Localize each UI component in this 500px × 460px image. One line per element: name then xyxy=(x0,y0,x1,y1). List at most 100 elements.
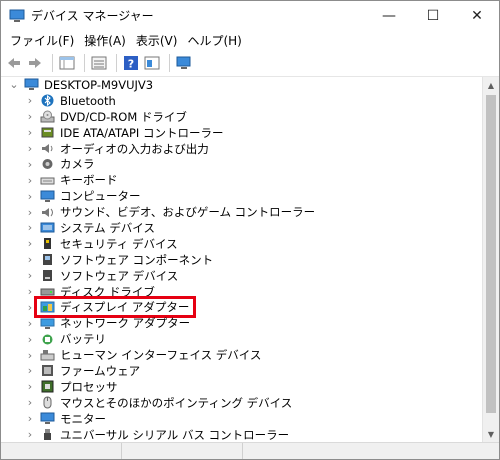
status-cell xyxy=(1,443,122,459)
chevron-right-icon[interactable]: › xyxy=(23,110,37,123)
device-category-row[interactable]: › ディスプレイ アダプター xyxy=(1,296,482,319)
chevron-right-icon[interactable]: › xyxy=(23,380,37,393)
chevron-right-icon[interactable]: › xyxy=(23,269,37,282)
computer-icon xyxy=(39,190,55,203)
device-category-row[interactable]: › セキュリティ デバイス xyxy=(1,236,482,252)
device-category-row[interactable]: › DVD/CD-ROM ドライブ xyxy=(1,109,482,125)
device-manager-app-icon xyxy=(9,9,25,22)
svg-text:?: ? xyxy=(128,58,134,71)
device-category-row[interactable]: › カメラ xyxy=(1,156,482,172)
dvd-drive-icon xyxy=(39,110,55,123)
category-content: ヒューマン インターフェイス デバイス xyxy=(37,347,265,363)
device-category-row[interactable]: › オーディオの入力および出力 xyxy=(1,141,482,157)
device-category-label: ディスプレイ アダプター xyxy=(60,300,190,315)
device-category-row[interactable]: › キーボード xyxy=(1,172,482,188)
device-category-label: ユニバーサル シリアル バス コントローラー xyxy=(60,427,290,442)
chevron-right-icon[interactable]: › xyxy=(23,364,37,377)
device-category-label: Bluetooth xyxy=(60,93,116,108)
menu-action[interactable]: 操作(A) xyxy=(79,32,131,49)
chevron-right-icon[interactable]: › xyxy=(23,174,37,187)
category-content: モニター xyxy=(37,411,110,427)
help-icon[interactable]: ? xyxy=(122,54,140,72)
device-category-row[interactable]: › ユニバーサル シリアル バス コントローラー xyxy=(1,427,482,442)
chevron-right-icon[interactable]: › xyxy=(23,333,37,346)
chevron-down-icon[interactable]: ⌄ xyxy=(7,78,21,91)
device-category-label: ヒューマン インターフェイス デバイス xyxy=(60,348,262,363)
chevron-right-icon[interactable]: › xyxy=(23,396,37,409)
device-category-row[interactable]: › マウスとそのほかのポインティング デバイス xyxy=(1,395,482,411)
software-component-icon xyxy=(39,253,55,266)
toolbar: ? xyxy=(1,50,499,77)
device-category-row[interactable]: › システム デバイス xyxy=(1,220,482,236)
list-view-icon[interactable] xyxy=(90,54,108,72)
device-category-row[interactable]: › バッテリ xyxy=(1,331,482,347)
device-category-label: プロセッサ xyxy=(60,379,118,394)
device-category-row[interactable]: › コンピューター xyxy=(1,188,482,204)
device-category-row[interactable]: › ファームウェア xyxy=(1,363,482,379)
monitor-icon xyxy=(39,412,55,425)
device-category-label: システム デバイス xyxy=(60,220,155,235)
properties-grid-icon[interactable] xyxy=(58,54,76,72)
device-category-row[interactable]: › ソフトウェア コンポーネント xyxy=(1,252,482,268)
device-category-row[interactable]: › サウンド、ビデオ、およびゲーム コントローラー xyxy=(1,204,482,220)
scroll-thumb[interactable] xyxy=(486,95,496,413)
device-category-label: ネットワーク アダプター xyxy=(60,316,191,331)
title-bar[interactable]: デバイス マネージャー — ☐ ✕ xyxy=(1,1,499,30)
menu-view[interactable]: 表示(V) xyxy=(131,32,183,49)
status-cell xyxy=(122,443,243,459)
device-panel-icon[interactable] xyxy=(143,54,161,72)
chevron-right-icon[interactable]: › xyxy=(23,190,37,203)
chevron-right-icon[interactable]: › xyxy=(23,253,37,266)
device-category-label: オーディオの入力および出力 xyxy=(60,141,209,156)
system-device-icon xyxy=(39,221,55,234)
device-category-row[interactable]: › ヒューマン インターフェイス デバイス xyxy=(1,347,482,363)
back-arrow-icon[interactable] xyxy=(5,54,23,72)
category-content: ファームウェア xyxy=(37,363,144,379)
maximize-button[interactable]: ☐ xyxy=(411,1,455,30)
scroll-up-icon[interactable]: ▲ xyxy=(483,77,499,93)
chevron-right-icon[interactable]: › xyxy=(23,412,37,425)
menu-help[interactable]: ヘルプ(H) xyxy=(182,32,246,49)
category-content: ソフトウェア デバイス xyxy=(37,268,182,284)
chevron-right-icon[interactable]: › xyxy=(23,126,37,139)
vertical-scrollbar[interactable]: ▲ ▼ xyxy=(482,77,499,442)
chevron-right-icon[interactable]: › xyxy=(23,301,37,314)
chevron-right-icon[interactable]: › xyxy=(23,142,37,155)
forward-arrow-icon[interactable] xyxy=(26,54,44,72)
mouse-icon xyxy=(39,396,55,409)
chevron-right-icon[interactable]: › xyxy=(23,237,37,250)
close-button[interactable]: ✕ xyxy=(455,1,499,30)
bluetooth-icon xyxy=(39,94,55,107)
chevron-right-icon[interactable]: › xyxy=(23,221,37,234)
device-category-label: ディスク ドライブ xyxy=(60,284,155,299)
device-category-label: ソフトウェア デバイス xyxy=(60,268,179,283)
chevron-right-icon[interactable]: › xyxy=(23,428,37,441)
device-category-row[interactable]: › ディスク ドライブ xyxy=(1,284,482,300)
status-cell xyxy=(243,443,499,459)
battery-icon xyxy=(39,333,55,346)
device-category-row[interactable]: › ソフトウェア デバイス xyxy=(1,268,482,284)
device-category-row[interactable]: › プロセッサ xyxy=(1,379,482,395)
software-device-icon xyxy=(39,269,55,282)
device-category-row[interactable]: › IDE ATA/ATAPI コントローラー xyxy=(1,125,482,141)
menu-file[interactable]: ファイル(F) xyxy=(5,32,79,49)
minimize-button[interactable]: — xyxy=(367,1,411,30)
chevron-right-icon[interactable]: › xyxy=(23,206,37,219)
menu-bar: ファイル(F) 操作(A) 表示(V) ヘルプ(H) xyxy=(1,30,499,50)
category-content: Bluetooth xyxy=(37,93,120,109)
scan-hardware-icon[interactable] xyxy=(175,54,193,72)
tree-root-row[interactable]: ⌄ DESKTOP-M9VUJV3 xyxy=(1,77,482,93)
device-category-label: セキュリティ デバイス xyxy=(60,236,178,251)
firmware-icon xyxy=(39,364,55,377)
device-category-row[interactable]: › Bluetooth xyxy=(1,93,482,109)
category-content: ディスク ドライブ xyxy=(37,284,159,300)
chevron-right-icon[interactable]: › xyxy=(23,349,37,362)
camera-icon xyxy=(39,158,55,171)
chevron-right-icon[interactable]: › xyxy=(23,317,37,330)
device-category-row[interactable]: › モニター xyxy=(1,411,482,427)
chevron-right-icon[interactable]: › xyxy=(23,285,37,298)
chevron-right-icon[interactable]: › xyxy=(23,158,37,171)
chevron-right-icon[interactable]: › xyxy=(23,94,37,107)
device-category-row[interactable]: › ネットワーク アダプター xyxy=(1,315,482,331)
scroll-down-icon[interactable]: ▼ xyxy=(483,426,499,442)
